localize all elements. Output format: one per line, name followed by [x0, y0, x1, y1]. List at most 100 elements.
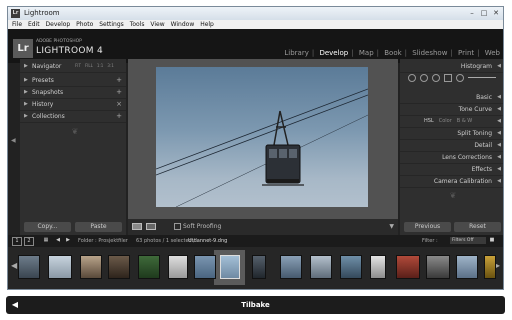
reset-button[interactable]: Reset	[454, 222, 501, 232]
effects-header[interactable]: Effects ◀	[400, 164, 503, 176]
photo-canvas[interactable]	[128, 59, 398, 219]
camera-calibration-header[interactable]: Camera Calibration ◀	[400, 176, 503, 188]
close-button[interactable]: ✕	[491, 9, 501, 18]
clear-history-icon[interactable]: ×	[116, 100, 122, 108]
split-toning-header[interactable]: Split Toning ◀	[400, 128, 503, 140]
basic-header[interactable]: Basic ◀	[400, 92, 503, 104]
crop-tool-icon[interactable]	[408, 74, 416, 82]
collapse-triangle-icon: ◀	[497, 63, 501, 69]
minimize-button[interactable]: –	[467, 9, 477, 18]
filter-lock-icon[interactable]: ■	[488, 237, 496, 244]
module-library[interactable]: Library	[281, 49, 311, 57]
module-map[interactable]: Map	[356, 49, 377, 57]
menu-develop[interactable]: Develop	[46, 20, 71, 29]
red-eye-icon[interactable]	[432, 74, 440, 82]
brand-title: LIGHTROOM 4	[36, 46, 103, 56]
zoom-fill[interactable]: FILL	[85, 63, 93, 68]
tab-color[interactable]: Color	[439, 118, 452, 124]
module-slideshow[interactable]: Slideshow	[409, 49, 450, 57]
title-bar[interactable]: Lr Lightroom – □ ✕	[8, 7, 503, 20]
history-label: History	[32, 101, 54, 108]
graduated-filter-icon[interactable]	[444, 74, 452, 82]
module-picker: Library | Develop | Map | Book | Slideshow | …	[281, 49, 503, 57]
thumbnail-15[interactable]	[426, 255, 450, 279]
add-preset-icon[interactable]: +	[116, 76, 122, 84]
thumbnail-7[interactable]	[194, 255, 216, 279]
thumbnail-5[interactable]	[138, 255, 160, 279]
app-icon: Lr	[11, 9, 20, 18]
filter-select[interactable]: Filters Off	[450, 237, 486, 244]
thumbnail-8-selected[interactable]	[220, 255, 240, 279]
thumbnail-1[interactable]	[18, 255, 40, 279]
copy-button[interactable]: Copy...	[24, 222, 71, 232]
menu-window[interactable]: Window	[171, 20, 195, 29]
navigator-label: Navigator	[32, 63, 62, 70]
photo-count: 63 photos / 1 selected /	[136, 238, 195, 244]
zoom-1-1[interactable]: 1:1	[97, 63, 103, 68]
hsl-header[interactable]: HSL Color B & W ◀	[400, 116, 503, 128]
menu-help[interactable]: Help	[200, 20, 214, 29]
menu-file[interactable]: File	[12, 20, 22, 29]
brush-slider-icon[interactable]	[468, 77, 496, 78]
right-panel: Histogram ◀ Basic ◀ Tone Curve ◀ HSL Colo…	[400, 59, 503, 235]
tab-bw[interactable]: B & W	[457, 118, 472, 124]
snapshots-header[interactable]: ▶ Snapshots +	[20, 87, 126, 99]
thumbnail-3[interactable]	[80, 255, 102, 279]
presets-header[interactable]: ▶ Presets +	[20, 75, 126, 87]
thumbnail-17[interactable]	[484, 255, 496, 279]
thumbnail-10[interactable]	[280, 255, 302, 279]
loupe-view-icon[interactable]	[132, 223, 142, 230]
thumbnail-6[interactable]	[168, 255, 188, 279]
menu-edit[interactable]: Edit	[28, 20, 40, 29]
page-2-button[interactable]: 2	[24, 237, 34, 246]
module-print[interactable]: Print	[455, 49, 477, 57]
paste-button[interactable]: Paste	[75, 222, 122, 232]
detail-header[interactable]: Detail ◀	[400, 140, 503, 152]
collapse-triangle-icon: ▶	[24, 113, 28, 119]
forward-arrow-icon[interactable]: ▶	[64, 237, 72, 244]
menu-settings[interactable]: Settings	[99, 20, 124, 29]
menu-tools[interactable]: Tools	[130, 20, 145, 29]
add-collection-icon[interactable]: +	[116, 112, 122, 120]
back-arrow-icon[interactable]: ◀	[54, 237, 62, 244]
menu-photo[interactable]: Photo	[76, 20, 93, 29]
before-after-icon[interactable]	[146, 223, 156, 230]
tone-curve-header[interactable]: Tone Curve ◀	[400, 104, 503, 116]
add-snapshot-icon[interactable]: +	[116, 88, 122, 96]
back-label[interactable]: Tilbake	[6, 296, 505, 314]
soft-proofing-toggle[interactable]: Soft Proofing	[174, 223, 221, 230]
history-header[interactable]: ▶ History ×	[20, 99, 126, 111]
lens-corrections-header[interactable]: Lens Corrections ◀	[400, 152, 503, 164]
grid-view-icon[interactable]: ▦	[42, 237, 50, 244]
thumbnail-11[interactable]	[310, 255, 332, 279]
filmstrip-scroll-left-icon[interactable]: ◀	[11, 261, 17, 270]
thumbnail-12[interactable]	[340, 255, 362, 279]
selected-filename[interactable]: Utdannet-9.dng	[188, 238, 227, 244]
back-chevron-icon[interactable]: ◀	[8, 298, 22, 312]
menu-view[interactable]: View	[150, 20, 164, 29]
source-label[interactable]: Folder : Prosjektfiler	[78, 238, 128, 244]
spot-removal-icon[interactable]	[420, 74, 428, 82]
collections-header[interactable]: ▶ Collections +	[20, 111, 126, 123]
toolbar-menu-icon[interactable]: ▼	[389, 223, 394, 230]
module-web[interactable]: Web	[482, 49, 503, 57]
previous-button[interactable]: Previous	[404, 222, 451, 232]
thumbnail-14[interactable]	[396, 255, 420, 279]
maximize-button[interactable]: □	[479, 9, 489, 18]
left-panel-toggle-icon[interactable]: ◀	[11, 137, 16, 144]
zoom-fit[interactable]: FIT	[75, 63, 81, 68]
thumbnail-13[interactable]	[370, 255, 386, 279]
navigator-header[interactable]: ▶ Navigator FIT FILL 1:1 3:1	[20, 61, 126, 73]
zoom-3-1[interactable]: 3:1	[107, 63, 113, 68]
page-1-button[interactable]: 1	[12, 237, 22, 246]
tab-hsl[interactable]: HSL	[424, 118, 434, 124]
tool-strip	[400, 71, 503, 83]
thumbnail-2[interactable]	[48, 255, 72, 279]
thumbnail-16[interactable]	[456, 255, 478, 279]
collapse-triangle-icon: ◀	[497, 166, 501, 172]
radial-filter-icon[interactable]	[456, 74, 464, 82]
thumbnail-4[interactable]	[108, 255, 130, 279]
thumbnail-9[interactable]	[252, 255, 266, 279]
module-book[interactable]: Book	[381, 49, 404, 57]
module-develop[interactable]: Develop	[316, 49, 351, 57]
